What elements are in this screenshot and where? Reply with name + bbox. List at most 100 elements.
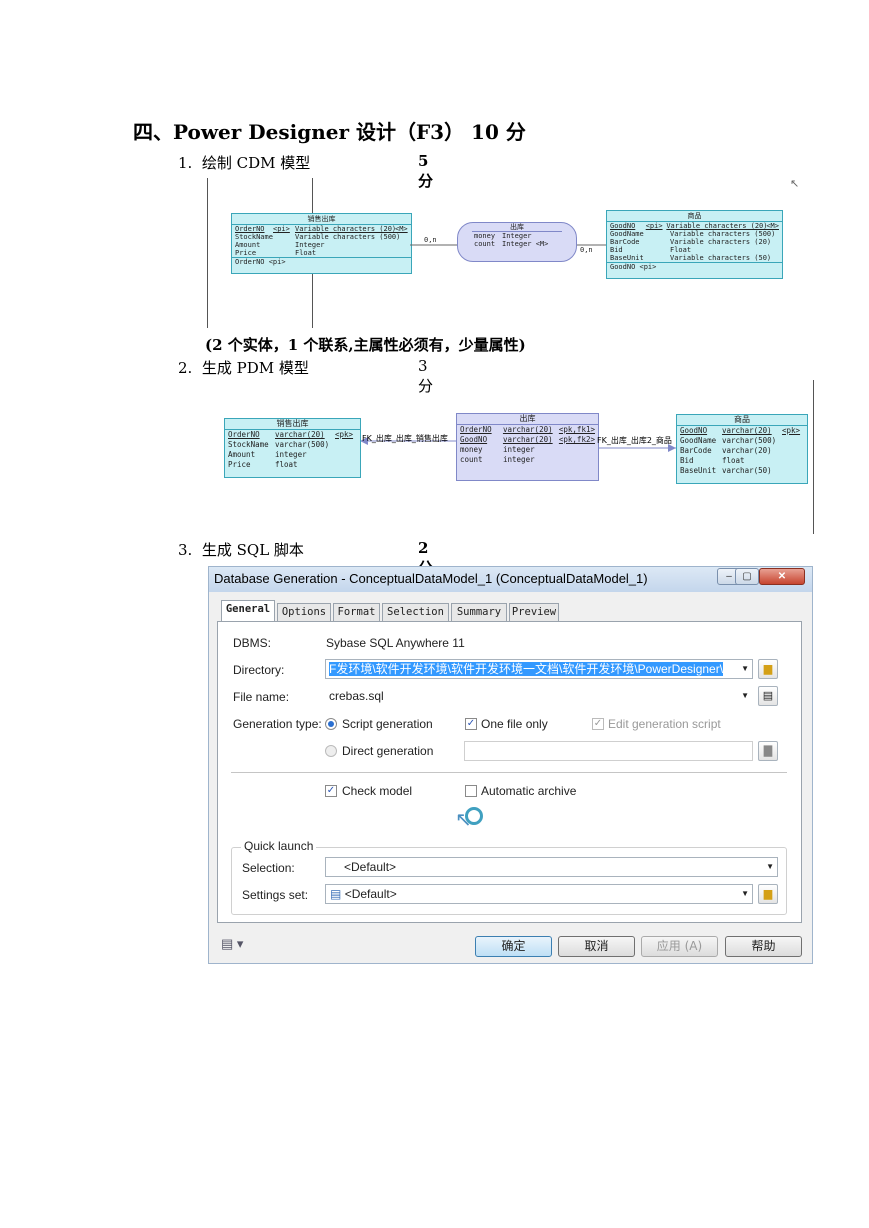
column-name: OrderNO xyxy=(460,425,492,434)
ok-button[interactable]: 确定 xyxy=(475,936,552,957)
column-name: Bid xyxy=(680,456,694,465)
column-type: float xyxy=(275,460,298,469)
column-type: varchar(500) xyxy=(722,436,777,445)
selection-dropdown[interactable]: <Default> ▼ xyxy=(325,857,778,877)
attribute-row: money Integer xyxy=(474,232,576,240)
title-bar: Database Generation - ConceptualDataMode… xyxy=(209,567,812,592)
connection-field[interactable] xyxy=(464,741,753,761)
attribute-row: BarCode Variable characters (20) xyxy=(607,238,782,246)
chevron-down-icon[interactable]: ▼ xyxy=(741,687,749,705)
selection-value: <Default> xyxy=(344,860,397,874)
attribute-name: Bid xyxy=(610,246,623,254)
selection-label: Selection: xyxy=(242,861,295,875)
section2-num: 2. xyxy=(178,359,193,377)
directory-value: F发环境\软件开发环境\软件开发环境一文档\软件开发环境\PowerDesign… xyxy=(329,662,724,676)
column-name: count xyxy=(460,455,483,464)
attribute-type: Variable characters (500) xyxy=(670,230,776,238)
dbms-value: Sybase SQL Anywhere 11 xyxy=(326,636,465,650)
attribute-name: GoodName xyxy=(610,230,644,238)
cancel-button[interactable]: 取消 xyxy=(558,936,635,957)
maximize-button[interactable]: ▢ xyxy=(735,568,759,585)
attribute-name: count xyxy=(474,240,496,248)
one-file-checkbox[interactable]: ✓ xyxy=(465,718,477,730)
attribute-name: BarCode xyxy=(610,238,640,246)
column-row: Amount integer xyxy=(225,450,360,460)
attribute-key xyxy=(648,230,670,238)
attribute-key xyxy=(648,246,670,254)
folder-icon[interactable]: ▆ xyxy=(758,884,778,904)
tab-summary[interactable]: Summary xyxy=(451,603,507,621)
column-type: varchar(50) xyxy=(722,466,772,475)
column-name: StockName xyxy=(228,440,269,449)
automatic-archive-checkbox[interactable] xyxy=(465,785,477,797)
divider xyxy=(231,772,787,773)
chevron-down-icon[interactable]: ▼ xyxy=(741,885,749,903)
column-type: varchar(20) xyxy=(275,430,325,439)
script-generation-radio[interactable] xyxy=(325,718,337,730)
pdm-table-sales-out[interactable]: 销售出库 OrderNO varchar(20) <pk> StockName varc… xyxy=(224,418,361,478)
tab-preview[interactable]: Preview xyxy=(509,603,559,621)
fk-label-2: FK_出库_出库2_商品 xyxy=(597,436,672,445)
close-button[interactable]: ✕ xyxy=(759,568,805,585)
fk-label-1: FK_出库_出库_销售出库 xyxy=(362,434,448,443)
dbms-label: DBMS: xyxy=(233,636,272,650)
edit-script-checkbox[interactable]: ✓ xyxy=(592,718,604,730)
attribute-row: Bid Float xyxy=(607,246,782,254)
column-type: integer xyxy=(503,455,535,464)
relation-title: 出库 xyxy=(472,223,562,232)
database-icon[interactable]: ▇ xyxy=(758,741,778,761)
cdm-entity-goods[interactable]: 商品 GoodNO <pi> Variable characters (20) <M>… xyxy=(606,210,783,279)
filename-input[interactable]: crebas.sql ▼ xyxy=(325,686,753,706)
column-name: OrderNO xyxy=(228,430,260,439)
section2-points: 3 分 xyxy=(418,357,434,395)
column-row: Bid float xyxy=(677,456,807,466)
help-button[interactable]: 帮助 xyxy=(725,936,802,957)
column-name: BaseUnit xyxy=(680,466,717,475)
column-key: <pk> xyxy=(782,426,801,435)
attribute-type: Float xyxy=(670,246,692,254)
column-key: <pk,fk2> xyxy=(558,435,595,444)
pdm-table-outbound[interactable]: 出库 OrderNO varchar(20) <pk,fk1> GoodNO varch… xyxy=(456,413,599,481)
filename-label: File name: xyxy=(233,690,290,704)
column-row: GoodNO varchar(20) <pk> xyxy=(677,426,807,436)
directory-input[interactable]: F发环境\软件开发环境\软件开发环境一文档\软件开发环境\PowerDesign… xyxy=(325,659,753,679)
attribute-row: count Integer <M> xyxy=(474,240,576,248)
column-key: <pk,fk1> xyxy=(558,425,595,434)
column-type: varchar(20) xyxy=(722,446,772,455)
column-row: Price float xyxy=(225,460,360,470)
apply-button[interactable]: 应用 (A) xyxy=(641,936,718,957)
tab-format[interactable]: Format xyxy=(333,603,380,621)
column-name: Price xyxy=(228,460,251,469)
attribute-key: <pi> xyxy=(645,222,663,230)
folder-icon[interactable]: ▆ xyxy=(758,659,778,679)
database-generation-dialog: Database Generation - ConceptualDataMode… xyxy=(208,566,813,964)
document-icon[interactable]: ▤ xyxy=(758,686,778,706)
column-row: OrderNO varchar(20) <pk,fk1> xyxy=(457,425,598,435)
tab-selection[interactable]: Selection xyxy=(382,603,449,621)
edit-script-label: Edit generation script xyxy=(608,717,721,731)
settings-dropdown[interactable]: ▤ <Default> ▼ xyxy=(325,884,753,904)
chevron-down-icon[interactable]: ▼ xyxy=(766,858,774,876)
column-row: OrderNO varchar(20) <pk> xyxy=(225,430,360,440)
direct-generation-radio[interactable] xyxy=(325,745,337,757)
settings-menu-icon[interactable]: ▤ ▾ xyxy=(221,936,243,952)
section2-title: 生成 PDM 模型 xyxy=(201,359,309,377)
chevron-down-icon[interactable]: ▼ xyxy=(741,660,749,678)
attribute-row: BaseUnit Variable characters (50) xyxy=(607,254,782,262)
attribute-type: Variable characters (50) xyxy=(670,254,772,262)
section3-title: 生成 SQL 脚本 xyxy=(201,541,304,559)
border-line xyxy=(813,380,814,534)
attribute-name: GoodNO xyxy=(610,222,636,230)
column-row: count integer xyxy=(457,455,598,465)
column-name: GoodNO xyxy=(680,426,708,435)
section3-num: 3. xyxy=(178,541,193,559)
attribute-name: BaseUnit xyxy=(610,254,644,262)
pdm-table-goods[interactable]: 商品 GoodNO varchar(20) <pk> GoodName varchar(… xyxy=(676,414,808,484)
tab-options[interactable]: Options xyxy=(277,603,331,621)
list-icon: ▤ xyxy=(330,887,342,901)
tab-general[interactable]: General xyxy=(221,600,275,622)
check-model-checkbox[interactable]: ✓ xyxy=(325,785,337,797)
column-type: integer xyxy=(503,445,535,454)
check-model-label: Check model xyxy=(342,784,413,798)
cdm-relation-outbound[interactable]: 出库 money Integer count Integer <M> xyxy=(457,222,577,262)
